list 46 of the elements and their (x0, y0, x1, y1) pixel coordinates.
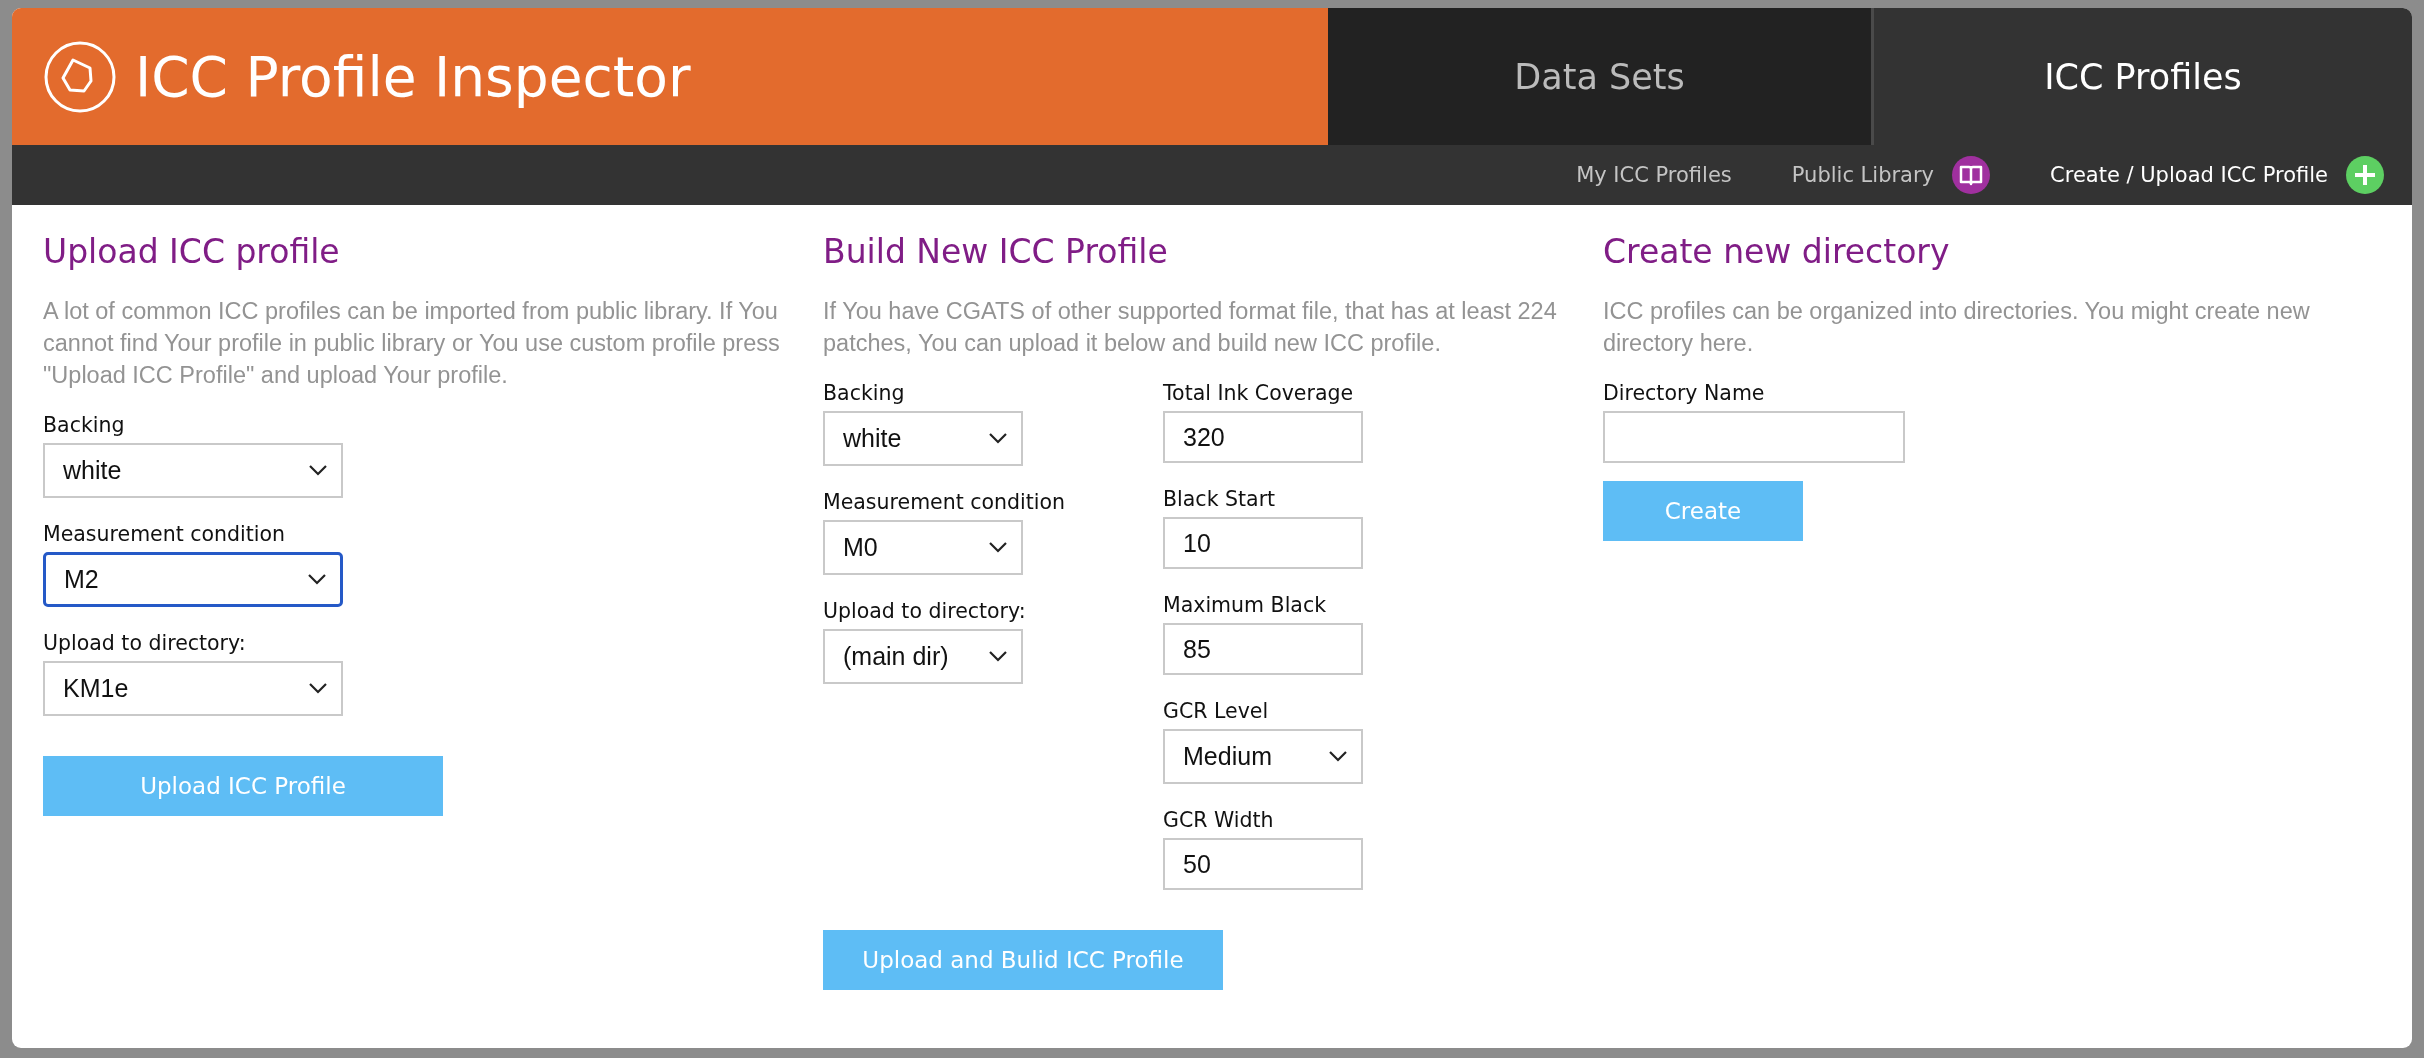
subnav-link[interactable]: Public Library (1791, 163, 1935, 187)
field-label: GCR Level (1163, 698, 1270, 725)
chevron-down-icon (308, 574, 326, 585)
section-description: A lot of common ICC profiles can be imported from public library. If You cannot find Your profile in public library or You use custom profile press "Upload ICC Profile" and upload Your profile. (43, 297, 781, 390)
section-description: ICC profiles can be organized into directories. You might create new directory here. (1603, 297, 2311, 358)
chevron-down-icon (1329, 751, 1348, 762)
field-label: GCR Width (1163, 807, 1275, 834)
text-field[interactable]: 10 (1163, 517, 1364, 569)
dropdown[interactable]: white (43, 443, 343, 498)
nav-tab[interactable]: Data Sets (1328, 8, 1871, 145)
plus-icon[interactable] (2346, 156, 2384, 194)
field-label: Upload to directory: (43, 630, 247, 657)
chevron-down-icon (989, 433, 1007, 444)
dropdown[interactable]: KM1e (43, 661, 343, 716)
section-heading: Upload ICC profile (43, 231, 341, 273)
field-label: Backing (823, 380, 906, 407)
dropdown[interactable]: M2 (43, 552, 343, 607)
dropdown[interactable]: white (823, 411, 1023, 466)
text-field[interactable]: 85 (1163, 623, 1364, 675)
book-icon[interactable] (1952, 156, 1991, 194)
field-label: Total Ink Coverage (1163, 380, 1355, 407)
subnav-link[interactable]: Create / Upload ICC Profile (2050, 163, 2328, 187)
subnav-link[interactable]: My ICC Profiles (1576, 163, 1732, 187)
field-label: Maximum Black (1163, 592, 1328, 619)
field-label: Black Start (1163, 486, 1277, 513)
app-title: ICC Profile Inspector (135, 44, 691, 109)
dropdown[interactable]: Medium (1163, 729, 1364, 784)
text-field[interactable]: 50 (1163, 838, 1364, 890)
section-heading: Create new directory (1603, 231, 1951, 273)
chevron-down-icon (309, 683, 327, 694)
field-label: Measurement condition (823, 489, 1066, 516)
nav-tab[interactable]: ICC Profiles (1871, 8, 2412, 145)
section-heading: Build New ICC Profile (823, 231, 1169, 273)
field-label: Directory Name (1603, 380, 1766, 407)
dropdown[interactable]: (main dir) (823, 629, 1023, 684)
logo-icon (43, 39, 117, 114)
text-field[interactable] (1603, 411, 1905, 463)
field-label: Measurement condition (43, 521, 287, 548)
section-description: If You have CGATS of other supported format file, that has at least 224 patches, You can upload it below and build new ICC profile. (823, 297, 1558, 358)
chevron-down-icon (989, 542, 1007, 553)
chevron-down-icon (989, 651, 1007, 662)
field-label: Backing (43, 412, 126, 439)
chevron-down-icon (309, 465, 327, 476)
field-label: Upload to directory: (823, 598, 1027, 625)
dropdown[interactable]: M0 (823, 520, 1023, 575)
text-field[interactable]: 320 (1163, 411, 1364, 463)
